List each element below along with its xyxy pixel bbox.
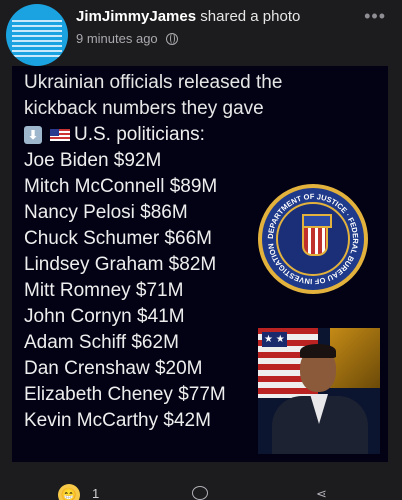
politician-item: John Cornyn $41M [24,306,185,327]
politician-item: Adam Schiff $62M [24,332,179,353]
politician-item: Joe Biden $92M [24,150,162,171]
politician-item: Kevin McCarthy $42M [24,410,211,431]
seal-inner-ring [276,202,350,276]
politician-item: Elizabeth Cheney $77M [24,384,226,405]
politician-item: Nancy Pelosi $86M [24,202,188,223]
avatar[interactable] [6,4,68,66]
politician-item: Dan Crenshaw $20M [24,358,203,379]
portrait-hair [300,344,336,358]
down-arrow-icon: ⬇ [24,126,42,144]
portrait-backdrop [330,328,380,388]
portrait-photo [258,328,380,454]
shared-photo[interactable]: Ukrainian officials released the kickbac… [12,66,388,462]
fbi-seal-icon: DEPARTMENT OF JUSTICE · FEDERAL BUREAU O… [258,184,368,294]
more-icon[interactable]: ••• [364,6,386,27]
author-name[interactable]: JimJimmyJames [76,8,196,25]
photo-headline-line-1: Ukrainian officials released the [24,72,283,93]
seal-shield [302,214,332,256]
post-meta: 9 minutes ago [76,31,178,46]
photo-headline-line-2: kickback numbers they gave [24,98,264,119]
share-icon[interactable]: ⋖ [316,486,332,500]
avatar-text-lines [12,20,62,60]
subhead-text: U.S. politicians: [74,124,205,145]
politician-item: Mitch McConnell $89M [24,176,218,197]
post-timestamp[interactable]: 9 minutes ago [76,31,158,46]
photo-subhead: ⬇ U.S. politicians: [24,122,282,148]
comment-icon[interactable] [192,486,208,500]
politician-item: Chuck Schumer $66M [24,228,212,249]
politician-item: Lindsey Graham $82M [24,254,217,275]
post-author-line: JimJimmyJames shared a photo [76,8,300,25]
grinning-face-icon[interactable]: 😁 [58,484,80,500]
politician-item: Mitt Romney $71M [24,280,184,301]
post-action-text: shared a photo [200,8,301,25]
us-flag-icon [50,129,70,141]
reaction-count[interactable]: 1 [92,486,99,500]
globe-icon [165,32,178,45]
photo-text-block: Ukrainian officials released the kickbac… [24,70,282,434]
post-header: JimJimmyJames shared a photo 9 minutes a… [0,0,402,66]
post-action-bar: 😁 1 ⋖ [0,474,402,500]
